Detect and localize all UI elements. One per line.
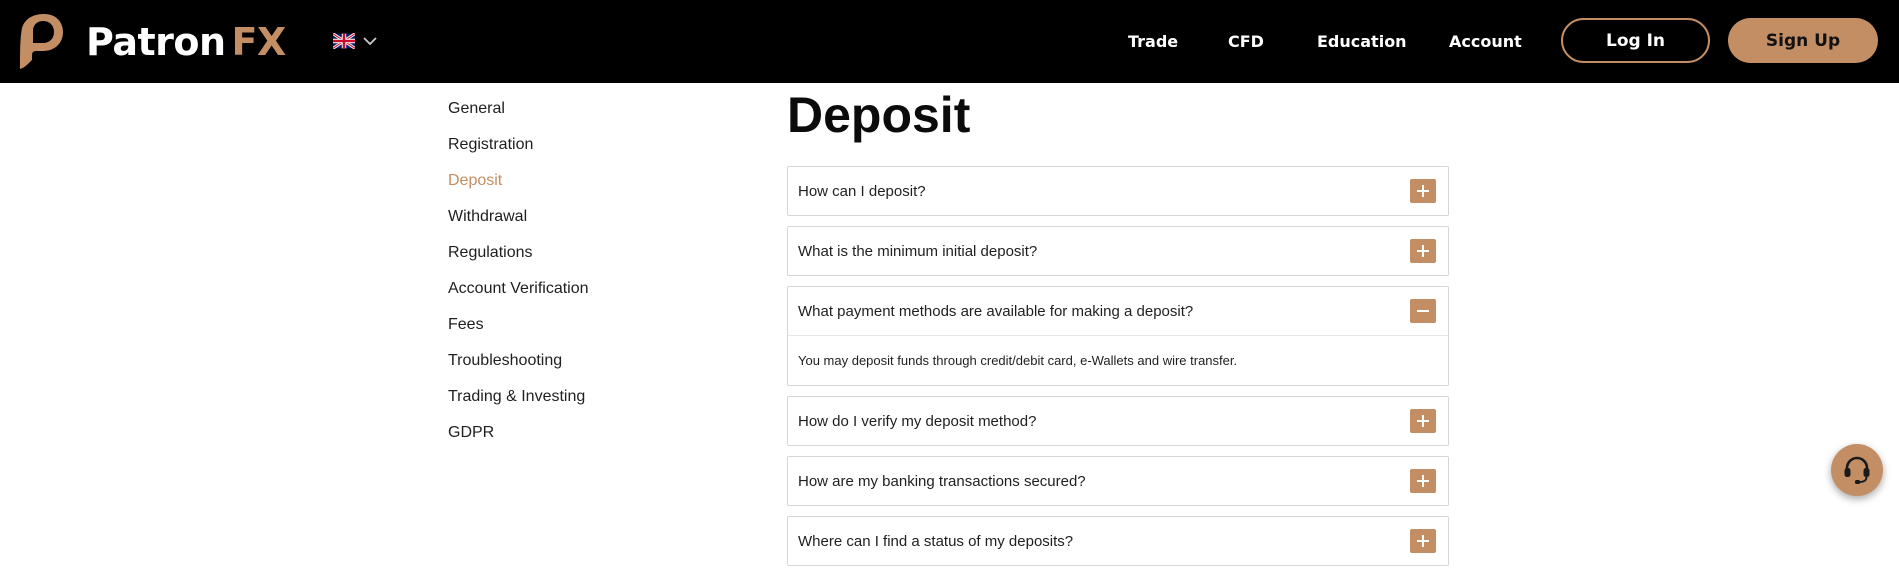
headset-icon	[1844, 456, 1870, 484]
faq-item: Where can I find a status of my deposits…	[787, 516, 1449, 566]
logo-text-patron: Patron	[86, 19, 226, 64]
faq-question-header[interactable]: How do I verify my deposit method?	[788, 397, 1448, 445]
faq-question-text: Where can I find a status of my deposits…	[798, 532, 1074, 550]
faq-item: What is the minimum initial deposit?	[787, 226, 1449, 276]
faq-category-sidebar: General Registration Deposit Withdrawal …	[448, 91, 708, 451]
sidebar-item-gdpr[interactable]: GDPR	[448, 415, 708, 451]
nav-item-education[interactable]: Education	[1317, 0, 1407, 83]
faq-question-text: What payment methods are available for m…	[798, 302, 1194, 320]
live-support-button[interactable]	[1831, 444, 1883, 496]
nav-item-cfd[interactable]: CFD	[1228, 0, 1264, 83]
expand-plus-icon[interactable]	[1410, 529, 1436, 553]
signup-button[interactable]: Sign Up	[1728, 18, 1878, 63]
faq-question-header[interactable]: What payment methods are available for m…	[788, 287, 1448, 335]
faq-question-text: How can I deposit?	[798, 182, 926, 200]
patronfx-logo[interactable]: Patron FX	[12, 13, 286, 70]
language-selector[interactable]	[333, 31, 377, 51]
sidebar-item-account-verification[interactable]: Account Verification	[448, 271, 708, 307]
faq-answer-text: You may deposit funds through credit/deb…	[788, 335, 1448, 385]
faq-question-header[interactable]: How are my banking transactions secured?	[788, 457, 1448, 505]
login-button[interactable]: Log In	[1561, 18, 1710, 63]
faq-question-text: What is the minimum initial deposit?	[798, 242, 1038, 260]
faq-question-header[interactable]: What is the minimum initial deposit?	[788, 227, 1448, 275]
patronfx-p-logo-icon	[20, 14, 63, 69]
faq-question-text: How are my banking transactions secured?	[798, 472, 1086, 490]
expand-plus-icon[interactable]	[1410, 239, 1436, 263]
logo-wordmark: Patron FX	[86, 23, 286, 61]
faq-item-expanded: What payment methods are available for m…	[787, 286, 1449, 386]
sidebar-item-withdrawal[interactable]: Withdrawal	[448, 199, 708, 235]
collapse-minus-icon[interactable]	[1410, 299, 1436, 323]
logo-text-fx: FX	[231, 19, 287, 64]
faq-question-text: How do I verify my deposit method?	[798, 412, 1037, 430]
sidebar-item-trading-investing[interactable]: Trading & Investing	[448, 379, 708, 415]
faq-item: How can I deposit?	[787, 166, 1449, 216]
uk-flag-icon	[333, 33, 355, 49]
sidebar-item-registration[interactable]: Registration	[448, 127, 708, 163]
top-navigation-bar: Patron FX Trade CFD Education Account Log…	[0, 0, 1899, 83]
expand-plus-icon[interactable]	[1410, 409, 1436, 433]
faq-item: How are my banking transactions secured?	[787, 456, 1449, 506]
nav-item-trade[interactable]: Trade	[1128, 0, 1178, 83]
nav-item-account[interactable]: Account	[1449, 0, 1522, 83]
expand-plus-icon[interactable]	[1410, 469, 1436, 493]
chevron-down-icon	[363, 36, 377, 45]
sidebar-item-troubleshooting[interactable]: Troubleshooting	[448, 343, 708, 379]
page-title: Deposit	[787, 87, 971, 143]
sidebar-item-general[interactable]: General	[448, 91, 708, 127]
expand-plus-icon[interactable]	[1410, 179, 1436, 203]
faq-item: How do I verify my deposit method?	[787, 396, 1449, 446]
faq-accordion: How can I deposit? What is the minimum i…	[787, 166, 1449, 576]
faq-question-header[interactable]: How can I deposit?	[788, 167, 1448, 215]
sidebar-item-regulations[interactable]: Regulations	[448, 235, 708, 271]
faq-question-header[interactable]: Where can I find a status of my deposits…	[788, 517, 1448, 565]
sidebar-item-deposit[interactable]: Deposit	[448, 163, 708, 199]
sidebar-item-fees[interactable]: Fees	[448, 307, 708, 343]
